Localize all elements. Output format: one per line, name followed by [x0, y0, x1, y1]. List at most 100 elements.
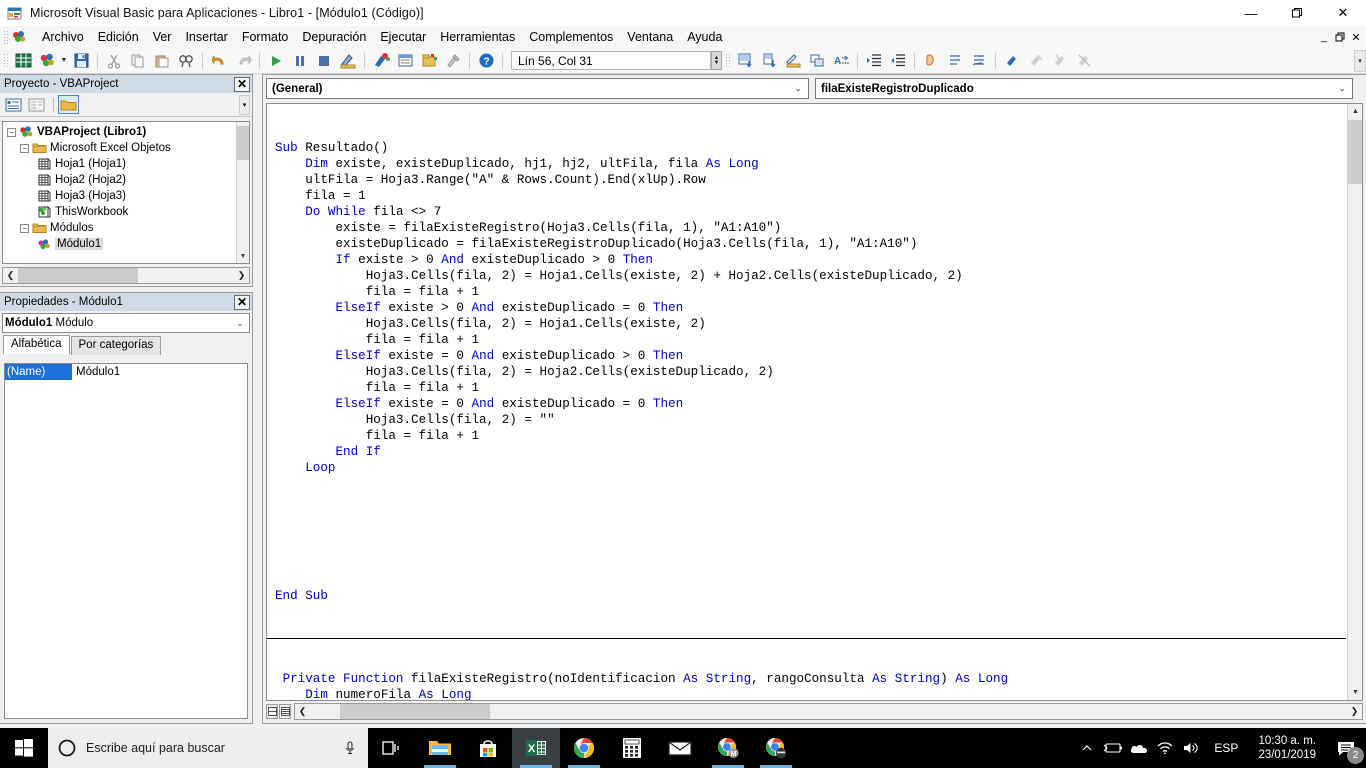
- code-line[interactable]: ultFila = Hoja3.Range("A" & Rows.Count).…: [267, 172, 1346, 188]
- taskbar-chrome-profile-m[interactable]: M: [704, 728, 752, 768]
- expander-icon[interactable]: −: [7, 127, 16, 137]
- tree-item-hoja2[interactable]: Hoja2 (Hoja2): [7, 172, 249, 188]
- view-excel-icon[interactable]: [12, 50, 34, 72]
- project-toolbar-overflow[interactable]: ▾: [239, 94, 250, 115]
- project-tree-horizontal-scrollbar[interactable]: ❮ ❯: [2, 267, 250, 284]
- code-line[interactable]: [267, 572, 1346, 588]
- procedure-dropdown[interactable]: filaExisteRegistroDuplicado ⌄: [815, 78, 1353, 99]
- mdi-close-button[interactable]: ✕: [1348, 28, 1364, 46]
- menu-grip-handle[interactable]: [3, 30, 9, 44]
- menu-item-edicion[interactable]: Edición: [91, 28, 146, 46]
- scroll-right-arrow-icon[interactable]: ❯: [1347, 706, 1362, 717]
- project-explorer-icon[interactable]: [370, 50, 392, 72]
- code-line[interactable]: Hoja3.Cells(fila, 2) = Hoja1.Cells(exist…: [267, 268, 1346, 284]
- indent-icon[interactable]: [863, 50, 885, 72]
- menu-item-ayuda[interactable]: Ayuda: [680, 28, 729, 46]
- toolbar-overflow-button[interactable]: ▾: [1354, 49, 1366, 72]
- view-object-icon[interactable]: [26, 95, 47, 114]
- code-line[interactable]: [267, 476, 1346, 492]
- show-hidden-icons-chevron[interactable]: [1074, 728, 1100, 768]
- project-tree-vertical-scrollbar[interactable]: ▲ ▼: [236, 122, 249, 263]
- bookmark-clear-icon[interactable]: [1073, 50, 1095, 72]
- scroll-thumb[interactable]: [237, 125, 249, 160]
- property-row[interactable]: (Name) Módulo1: [5, 364, 247, 380]
- toggle-folders-icon[interactable]: [58, 95, 79, 114]
- undo-icon[interactable]: [208, 50, 230, 72]
- taskbar-chrome-incognito[interactable]: [752, 728, 800, 768]
- code-line[interactable]: ElseIf existe = 0 And existeDuplicado > …: [267, 348, 1346, 364]
- code-procedure-resultado[interactable]: Sub Resultado() Dim existe, existeDuplic…: [267, 140, 1346, 604]
- call-stack-icon[interactable]: A: [830, 50, 852, 72]
- run-icon[interactable]: [265, 50, 287, 72]
- tree-item-modulo1[interactable]: Módulo1: [7, 236, 249, 252]
- code-line[interactable]: ElseIf existe > 0 And existeDuplicado = …: [267, 300, 1346, 316]
- properties-grid[interactable]: (Name) Módulo1: [4, 363, 248, 719]
- locals-window-icon[interactable]: [734, 50, 756, 72]
- chevron-down-icon[interactable]: ⌄: [790, 83, 806, 94]
- procedure-view-icon[interactable]: [266, 704, 278, 719]
- code-line[interactable]: [267, 492, 1346, 508]
- scroll-right-arrow-icon[interactable]: ❯: [234, 270, 249, 281]
- expander-icon[interactable]: −: [20, 223, 29, 233]
- code-editor[interactable]: Sub Resultado() Dim existe, existeDuplic…: [266, 103, 1363, 701]
- chevron-down-icon[interactable]: ⌄: [233, 319, 247, 328]
- toolbar2-grip-handle[interactable]: [725, 52, 730, 69]
- code-text-content[interactable]: Sub Resultado() Dim existe, existeDuplic…: [267, 104, 1346, 700]
- copy-icon[interactable]: [127, 50, 149, 72]
- properties-window-icon[interactable]: [394, 50, 416, 72]
- code-line[interactable]: fila = fila + 1: [267, 380, 1346, 396]
- mdi-minimize-button[interactable]: _: [1316, 28, 1332, 46]
- menu-item-complementos[interactable]: Complementos: [522, 28, 620, 46]
- vba-project-icon[interactable]: [36, 50, 58, 72]
- menu-item-depuracion[interactable]: Depuración: [295, 28, 373, 46]
- taskbar-microsoft-store[interactable]: [464, 728, 512, 768]
- toolbox-icon[interactable]: [442, 50, 464, 72]
- bookmark-prev-icon[interactable]: [1049, 50, 1071, 72]
- object-dropdown[interactable]: (General) ⌄: [266, 78, 809, 99]
- dropdown-arrow-icon[interactable]: ▼: [59, 57, 69, 64]
- outdent-icon[interactable]: [887, 50, 909, 72]
- hscroll-track[interactable]: [18, 268, 234, 283]
- start-button[interactable]: [0, 728, 48, 768]
- code-line[interactable]: fila = fila + 1: [267, 428, 1346, 444]
- help-icon[interactable]: ?: [475, 50, 497, 72]
- tab-alfabetica[interactable]: Alfabética: [3, 335, 70, 354]
- paste-icon[interactable]: [151, 50, 173, 72]
- wifi-icon[interactable]: [1152, 728, 1178, 768]
- code-line[interactable]: Loop: [267, 460, 1346, 476]
- properties-panel-close-button[interactable]: ✕: [234, 294, 250, 310]
- menu-item-ver[interactable]: Ver: [146, 28, 179, 46]
- taskbar-chrome[interactable]: [560, 728, 608, 768]
- hscroll-track[interactable]: [310, 704, 1347, 719]
- code-procedure-filaexisteregistro[interactable]: Private Function filaExisteRegistro(noId…: [267, 671, 1346, 700]
- code-line[interactable]: existe = filaExisteRegistro(Hoja3.Cells(…: [267, 220, 1346, 236]
- properties-object-combo[interactable]: Módulo1 Módulo ⌄: [2, 313, 250, 333]
- comment-block-icon[interactable]: [944, 50, 966, 72]
- taskbar-file-explorer[interactable]: [416, 728, 464, 768]
- redo-icon[interactable]: [232, 50, 254, 72]
- toolbar-grip-handle[interactable]: [3, 52, 8, 69]
- hscroll-thumb[interactable]: [340, 704, 490, 719]
- code-line[interactable]: fila = fila + 1: [267, 332, 1346, 348]
- toolbar-spin-control[interactable]: ▲ ▼: [711, 51, 722, 70]
- code-line[interactable]: fila = fila + 1: [267, 284, 1346, 300]
- taskbar-calculator[interactable]: [608, 728, 656, 768]
- view-code-icon[interactable]: [3, 95, 24, 114]
- watch-window-icon[interactable]: [782, 50, 804, 72]
- object-browser-icon[interactable]: [418, 50, 440, 72]
- menu-item-archivo[interactable]: Archivo: [35, 28, 91, 46]
- code-line[interactable]: Private Function filaExisteRegistro(noId…: [267, 671, 1346, 687]
- search-input[interactable]: Escribe aquí para buscar: [86, 741, 332, 755]
- menu-item-ventana[interactable]: Ventana: [620, 28, 680, 46]
- code-line[interactable]: Sub Resultado(): [267, 140, 1346, 156]
- code-line[interactable]: [267, 524, 1346, 540]
- tab-por-categorias[interactable]: Por categorías: [70, 336, 162, 355]
- uncomment-block-icon[interactable]: [968, 50, 990, 72]
- expander-icon[interactable]: −: [20, 143, 29, 153]
- bookmark-toggle-icon[interactable]: [1001, 50, 1023, 72]
- taskbar-mail[interactable]: [656, 728, 704, 768]
- pause-icon[interactable]: [289, 50, 311, 72]
- immediate-window-icon[interactable]: [758, 50, 780, 72]
- code-line[interactable]: [267, 508, 1346, 524]
- scroll-down-arrow-icon[interactable]: ▼: [237, 250, 249, 263]
